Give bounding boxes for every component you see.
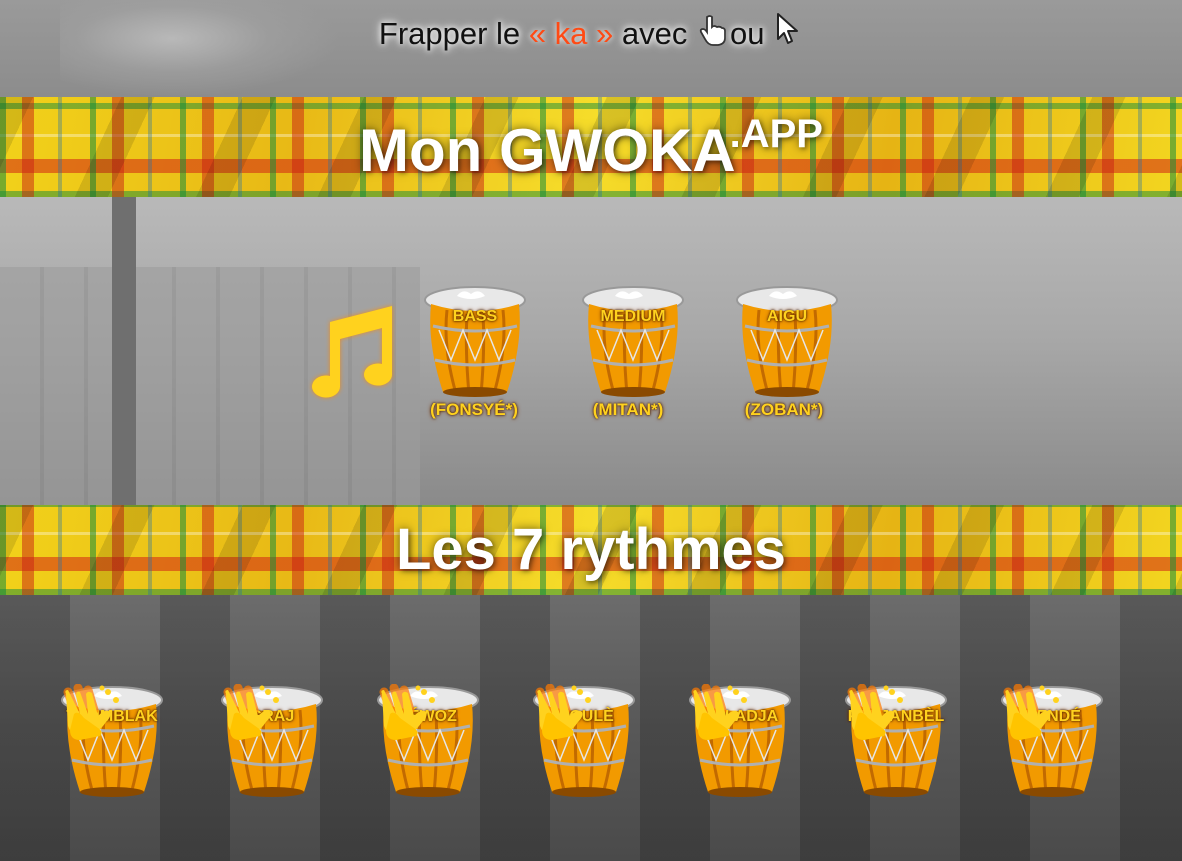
pointing-hand-icon	[698, 14, 728, 54]
drum-label: AIGU	[767, 308, 807, 325]
rhythm-button-4[interactable]: WOULÈ	[530, 684, 638, 802]
drum-sublabel: (MITAN*)	[592, 400, 664, 419]
clapping-hands-icon	[379, 684, 435, 740]
drum-medium[interactable]: MEDIUM	[579, 284, 687, 402]
instruction-ka: « ka »	[528, 16, 614, 51]
drum-sublabel: (ZOBAN*)	[744, 400, 824, 419]
app-title: Mon GWOKA.APP	[0, 112, 1182, 185]
rhythm-button-7[interactable]: MENDÉ	[998, 684, 1106, 802]
clapping-hands-icon	[847, 684, 903, 740]
rhythms-title: Les 7 rythmes	[395, 517, 787, 582]
instruction-or: ou	[730, 16, 765, 51]
clapping-hands-icon	[691, 684, 747, 740]
clapping-hands-icon	[535, 684, 591, 740]
rhythm-button-3[interactable]: LÉWOZ	[374, 684, 482, 802]
app-title-main: Mon GWOKA	[359, 117, 736, 184]
drum-icon	[582, 286, 684, 397]
mouse-cursor-icon	[775, 12, 801, 54]
drum-icon	[736, 286, 838, 397]
rhythm-button-5[interactable]: KALADJA	[686, 684, 794, 802]
drum-aigu[interactable]: AIGU	[733, 284, 841, 402]
drum-sublabel: (FONSYÉ*)	[430, 400, 518, 419]
clapping-hands-icon	[223, 684, 279, 740]
clapping-hands-icon	[1003, 684, 1059, 740]
drum-label: BASS	[452, 308, 498, 325]
instruction-middle: avec	[621, 16, 688, 51]
drum-icon	[424, 286, 526, 397]
music-note-icon[interactable]	[296, 302, 400, 402]
rhythm-button-2[interactable]: GRAJ	[218, 684, 326, 802]
drum-label: MEDIUM	[600, 308, 666, 325]
instruction-prefix: Frapper le	[378, 16, 521, 51]
app-title-suffix: .APP	[729, 112, 823, 156]
rhythm-button-1[interactable]: TOUMBLAK	[58, 684, 166, 802]
rhythm-button-6[interactable]: PADJANBÈL	[842, 684, 950, 802]
clapping-hands-icon	[63, 684, 119, 740]
tree-trunk	[112, 197, 136, 505]
drum-bass[interactable]: BASS	[421, 284, 529, 402]
instruction-text: Frapper le « ka » avec ou	[0, 12, 1182, 54]
